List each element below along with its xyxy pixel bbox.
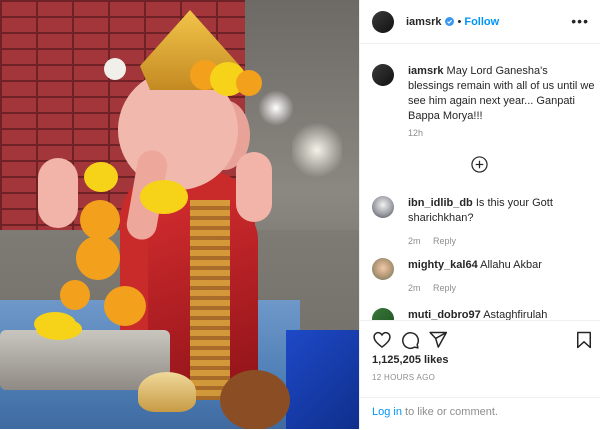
verified-icon xyxy=(445,17,455,26)
follow-button[interactable]: Follow xyxy=(464,16,499,28)
comment-item: mighty_kal64 Allahu Akbar 2m Reply xyxy=(372,258,596,296)
comment-username[interactable]: muti_dobro97 xyxy=(408,309,481,320)
avatar[interactable] xyxy=(372,308,394,320)
login-prompt: Log in to like or comment. xyxy=(360,397,600,430)
comment-text: Astaghfirulah xyxy=(483,309,548,320)
reply-button[interactable]: Reply xyxy=(433,283,456,293)
marigold-flower xyxy=(60,280,90,310)
post-header: iamsrk • Follow ••• xyxy=(360,0,600,44)
login-prompt-text: to like or comment. xyxy=(401,406,498,418)
separator-dot: • xyxy=(457,15,462,28)
marigold-flower xyxy=(76,236,120,280)
post-actions: 1,125,205 likes 12 HOURS AGO Log in to l… xyxy=(360,320,600,429)
heart-icon[interactable] xyxy=(372,330,392,350)
avatar[interactable] xyxy=(372,10,394,33)
idol-hand-left xyxy=(38,158,78,228)
blue-box xyxy=(286,330,359,429)
caption: iamsrk May Lord Ganesha's blessings rema… xyxy=(372,64,596,124)
marigold-flower xyxy=(140,180,188,214)
comments-section: iamsrk May Lord Ganesha's blessings rema… xyxy=(360,44,600,320)
avatar[interactable] xyxy=(372,196,394,218)
more-icon[interactable]: ••• xyxy=(571,13,589,29)
marigold-flower xyxy=(80,200,120,240)
comment-body: muti_dobro97 Astaghfirulah xyxy=(408,308,547,320)
light-glow xyxy=(258,90,294,126)
comment-text: Allahu Akbar xyxy=(480,259,542,271)
post-timestamp: 12 HOURS AGO xyxy=(372,373,436,382)
comment-item: ibn_idlib_db Is this your Gott sharichkh… xyxy=(372,196,596,249)
white-flower xyxy=(104,58,126,80)
comment-time: 2m xyxy=(408,283,421,293)
marigold-flower xyxy=(236,70,262,96)
avatar[interactable] xyxy=(372,258,394,280)
brass-lamp xyxy=(138,372,196,412)
share-icon[interactable] xyxy=(428,330,448,350)
comment-meta: 2m Reply xyxy=(408,281,542,296)
instagram-post: iamsrk • Follow ••• iamsrk May Lord Gane… xyxy=(0,0,600,429)
post-username[interactable]: iamsrk xyxy=(406,16,441,28)
comment-body: ibn_idlib_db Is this your Gott sharichkh… xyxy=(408,196,596,249)
comment-meta: 2m Reply xyxy=(408,234,596,249)
caption-username[interactable]: iamsrk xyxy=(408,65,443,77)
comment-body: mighty_kal64 Allahu Akbar 2m Reply xyxy=(408,258,542,296)
post-photo[interactable] xyxy=(0,0,359,429)
idol-gold-border xyxy=(190,200,230,400)
coconut xyxy=(220,370,290,429)
post-sidebar: iamsrk • Follow ••• iamsrk May Lord Gane… xyxy=(359,0,600,429)
comment-item: muti_dobro97 Astaghfirulah xyxy=(372,308,596,320)
add-comment-icon[interactable] xyxy=(471,156,488,173)
login-link[interactable]: Log in xyxy=(372,406,402,418)
comment-time: 2m xyxy=(408,236,421,246)
bookmark-icon[interactable] xyxy=(574,330,594,350)
avatar[interactable] xyxy=(372,64,394,86)
comment-username[interactable]: ibn_idlib_db xyxy=(408,197,473,209)
caption-text: iamsrk May Lord Ganesha's blessings rema… xyxy=(408,64,596,124)
comment-icon[interactable] xyxy=(400,330,420,350)
comment-username[interactable]: mighty_kal64 xyxy=(408,259,478,271)
marigold-flower xyxy=(104,286,146,326)
marigold-flower xyxy=(84,162,118,192)
action-icons xyxy=(372,330,592,352)
caption-time: 12h xyxy=(408,128,424,138)
reply-button[interactable]: Reply xyxy=(433,236,456,246)
marigold-flower xyxy=(36,318,82,340)
idol-hand-right xyxy=(236,152,272,222)
likes-count[interactable]: 1,125,205 likes xyxy=(372,354,448,366)
light-glow xyxy=(292,120,342,180)
